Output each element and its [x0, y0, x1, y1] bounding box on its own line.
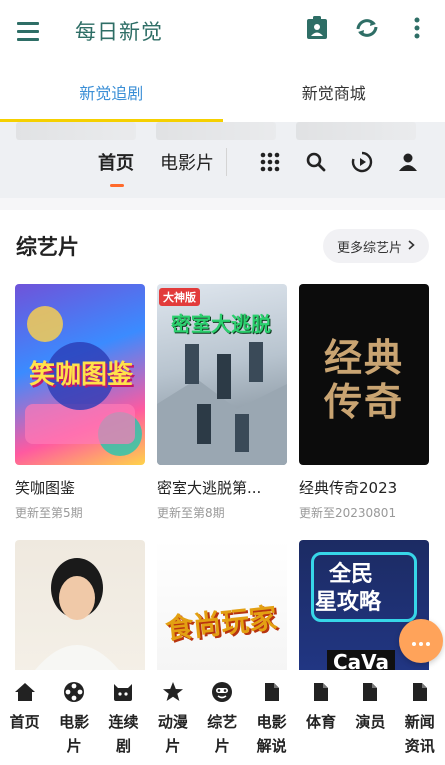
emoji-icon — [210, 680, 234, 704]
site-subnav: 首页 电影片 — [0, 122, 445, 198]
show-poster[interactable]: 大神版 密室大逃脱 — [157, 284, 287, 465]
show-poster[interactable]: 笑咖图鉴 — [15, 284, 145, 465]
file-icon — [309, 680, 333, 704]
bottom-nav-variety[interactable]: 综艺片 — [198, 670, 247, 765]
home-icon — [13, 680, 37, 704]
show-card[interactable]: 经典传奇 经典传奇2023 更新至20230801 — [299, 284, 429, 521]
bottom-nav-news[interactable]: 新闻资讯 — [395, 670, 444, 765]
sync-icon[interactable] — [353, 14, 381, 42]
show-card[interactable] — [15, 540, 145, 670]
poster-subtitle: CaVa — [327, 650, 396, 670]
tab-xinjue-shangcheng[interactable]: 新觉商城 — [223, 62, 445, 122]
show-update: 更新至第5期 — [15, 506, 83, 520]
floating-more-button[interactable] — [399, 619, 443, 663]
grid-icon[interactable] — [258, 150, 282, 174]
poster-title: 笑咖图鉴 — [29, 360, 134, 390]
show-update: 更新至20230801 — [299, 506, 397, 520]
show-card[interactable]: 笑咖图鉴 笑咖图鉴 更新至第5期 — [15, 284, 145, 521]
star-icon — [161, 680, 185, 704]
bottom-nav-home[interactable]: 首页 — [0, 670, 49, 765]
bottom-nav-label: 体育 — [306, 713, 337, 731]
more-vert-icon[interactable] — [403, 14, 431, 42]
bottom-nav-sports[interactable]: 体育 — [296, 670, 345, 765]
show-update: 更新至第8期 — [157, 506, 225, 520]
bottom-nav-label: 电影片 — [59, 713, 90, 755]
play-history-icon[interactable] — [350, 150, 374, 174]
search-icon[interactable] — [304, 150, 328, 174]
user-icon[interactable] — [396, 150, 420, 174]
app-bar-actions — [303, 14, 431, 42]
bottom-nav-label: 综艺片 — [207, 713, 238, 755]
subnav-row: 首页 电影片 — [16, 140, 436, 187]
variety-section-header: 综艺片 更多综艺片 — [16, 228, 429, 264]
tv-icon — [111, 680, 135, 704]
bottom-nav-actors[interactable]: 演员 — [346, 670, 395, 765]
subnav-icons — [258, 150, 420, 174]
show-name: 经典传奇2023 — [299, 479, 398, 497]
bottom-nav-label: 首页 — [9, 713, 40, 731]
show-poster[interactable]: 经典传奇 — [299, 284, 429, 465]
bottom-nav-anime[interactable]: 动漫片 — [148, 670, 197, 765]
subnav-divider — [226, 148, 227, 176]
show-poster[interactable]: 食尚玩家 — [157, 540, 287, 670]
file-icon — [260, 680, 284, 704]
show-poster[interactable] — [15, 540, 145, 670]
show-name: 笑咖图鉴 — [15, 479, 76, 497]
more-horiz-icon — [411, 632, 431, 651]
show-name: 密室大逃脱第... — [157, 479, 262, 497]
bottom-nav-label: 新闻资讯 — [404, 713, 435, 755]
app-bar: 每日新觉 — [0, 0, 445, 62]
chevron-right-icon — [408, 239, 415, 254]
show-card[interactable]: 食尚玩家 — [157, 540, 287, 670]
more-variety-button[interactable]: 更多综艺片 — [322, 229, 429, 263]
poster-title-line2: 星攻略 — [315, 590, 382, 615]
bottom-nav-label: 演员 — [355, 713, 386, 731]
file-icon — [408, 680, 432, 704]
file-icon — [358, 680, 382, 704]
subnav-tab-movies[interactable]: 电影片 — [160, 149, 214, 175]
bottom-nav-movies[interactable]: 电影片 — [49, 670, 98, 765]
bottom-nav-label: 电影解说 — [256, 713, 287, 755]
poster-title: 经典传奇 — [323, 336, 404, 424]
section-gap — [0, 198, 445, 210]
more-button-label: 更多综艺片 — [336, 240, 402, 256]
clipboard-user-icon[interactable] — [303, 14, 331, 42]
poster-art — [35, 558, 119, 670]
poster-title: 密室大逃脱 — [171, 312, 271, 336]
bottom-nav-label: 连续剧 — [108, 713, 139, 755]
poster-badge: 大神版 — [159, 288, 200, 306]
bottom-nav: 首页 电影片 连续剧 动漫片 综艺片 电影解说 体育 演员 新闻资讯 — [0, 670, 445, 765]
film-reel-icon — [62, 680, 86, 704]
top-tabs: 新觉追剧 新觉商城 — [0, 62, 445, 122]
bottom-nav-label: 动漫片 — [157, 713, 188, 755]
bottom-nav-commentary[interactable]: 电影解说 — [247, 670, 296, 765]
app-title: 每日新觉 — [75, 20, 163, 44]
menu-icon[interactable] — [17, 16, 47, 46]
subnav-tab-home[interactable]: 首页 — [98, 149, 134, 187]
web-content[interactable]: 首页 电影片 综艺片 更多综艺片 笑咖图鉴 笑咖图鉴 更新至第5期 大神版 密室… — [0, 122, 445, 670]
section-title: 综艺片 — [16, 235, 79, 259]
show-card[interactable]: 大神版 密室大逃脱 密室大逃脱第... 更新至第8期 — [157, 284, 287, 521]
tab-xinjue-zhuiju[interactable]: 新觉追剧 — [0, 62, 223, 122]
poster-title: 食尚玩家 — [163, 601, 279, 646]
bottom-nav-series[interactable]: 连续剧 — [99, 670, 148, 765]
